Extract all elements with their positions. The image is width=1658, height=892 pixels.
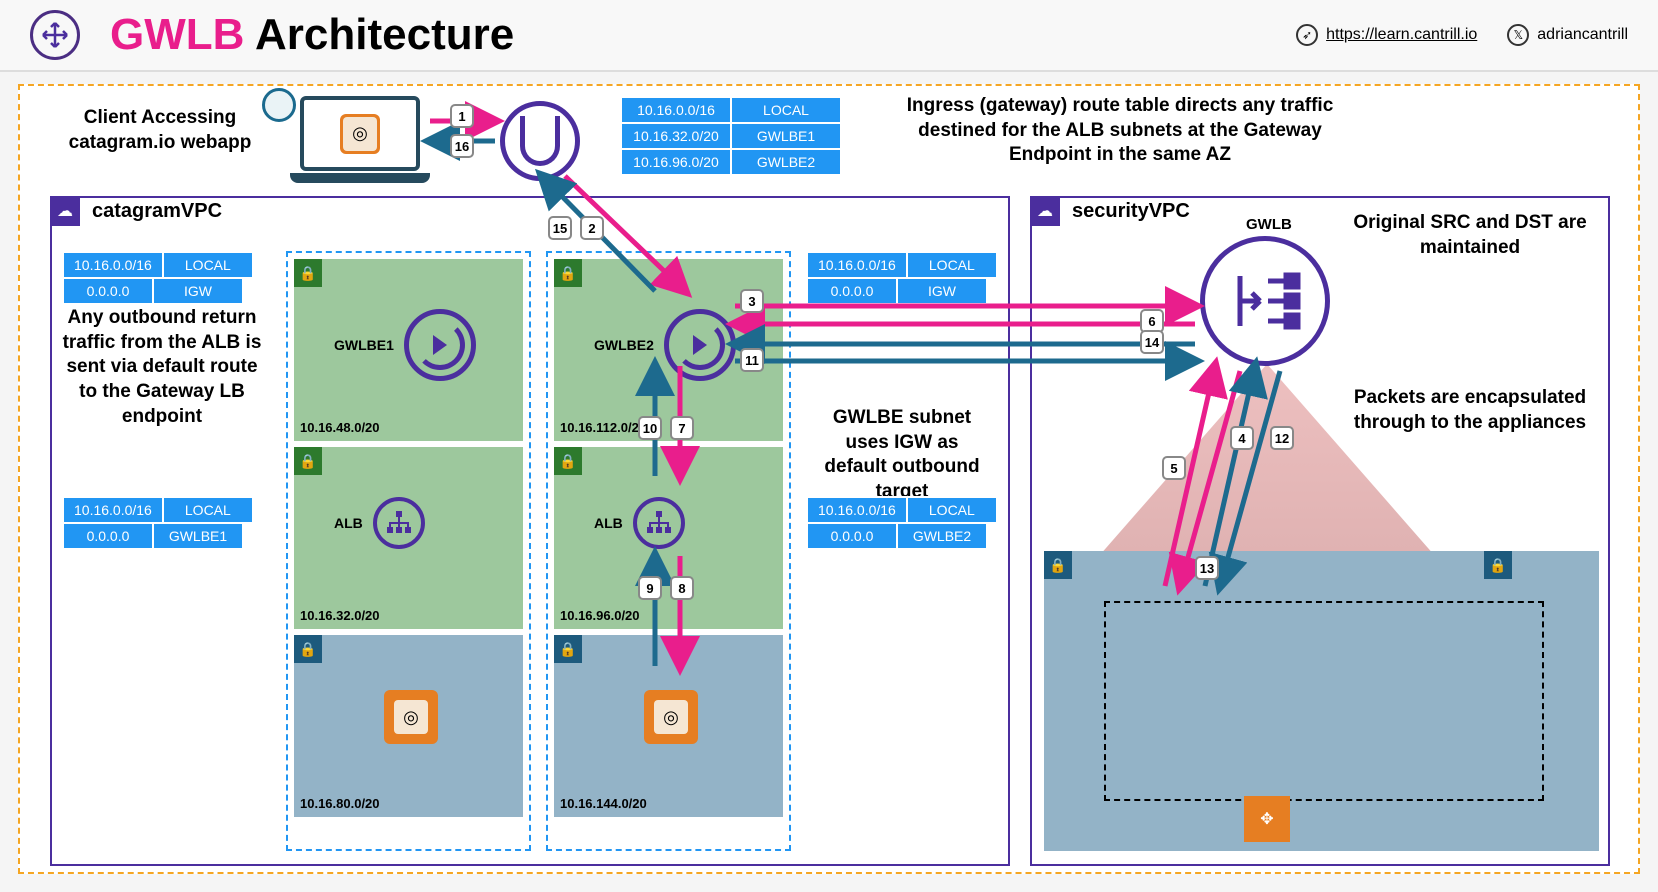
app2-subnet: 🔒 ◎ 10.16.144.0/20 (554, 635, 783, 817)
catagram-vpc-title: catagramVPC (92, 200, 222, 223)
app-instance-icon: ◎ (644, 690, 698, 744)
alb2-route-table: 10.16.0.0/16LOCAL 0.0.0.0GWLBE2 (806, 496, 998, 550)
page-title: GWLB Architecture (110, 10, 514, 60)
gwlb-label: GWLB (1246, 216, 1292, 233)
ingress-route-table: 10.16.0.0/16LOCAL 10.16.32.0/20GWLBE1 10… (620, 96, 842, 176)
lock-icon: 🔒 (554, 635, 582, 663)
alb-icon (633, 497, 685, 549)
learn-link[interactable]: https://learn.cantrill.io (1326, 26, 1477, 44)
lock-icon: 🔒 (1044, 551, 1072, 579)
gwlb-icon (1200, 236, 1330, 366)
gwlbe1-route-table: 10.16.0.0/16LOCAL 0.0.0.0IGW (62, 251, 254, 305)
gwlbe-subnet-note: GWLBE subnet uses IGW as default outboun… (812, 406, 992, 505)
twitter-icon: 𝕏 (1507, 24, 1529, 46)
outbound-note: Any outbound return traffic from the ALB… (62, 306, 262, 429)
vpc-icon: ☁ (1030, 196, 1060, 226)
client-label: Client Accessing catagram.io webapp (40, 106, 280, 155)
gwlbe2-route-table: 10.16.0.0/16LOCAL 0.0.0.0IGW (806, 251, 998, 305)
step-15: 15 (548, 216, 572, 240)
step-9: 9 (638, 576, 662, 600)
header-logo-icon (30, 10, 80, 60)
gwlbe2-icon (664, 309, 736, 381)
diagram-canvas: Client Accessing catagram.io webapp ◎ 10… (18, 84, 1640, 874)
gwlbe1-icon (404, 309, 476, 381)
step-3: 3 (740, 289, 764, 313)
laptop-icon: ◎ (290, 96, 430, 191)
security-appliance-zone: 🔒 🔒 (1044, 551, 1599, 851)
step-4: 4 (1230, 426, 1254, 450)
asg-icon: ✥ (1244, 796, 1290, 842)
step-7: 7 (670, 416, 694, 440)
globe-icon (262, 88, 296, 122)
step-10: 10 (638, 416, 662, 440)
app-instance-icon: ◎ (384, 690, 438, 744)
step-16: 16 (450, 134, 474, 158)
availability-zone-1: 🔒 GWLBE1 10.16.48.0/20 🔒 ALB 10.16.32.0/… (286, 251, 531, 851)
step-13: 13 (1195, 556, 1219, 580)
lock-icon: 🔒 (294, 447, 322, 475)
lock-icon: 🔒 (294, 635, 322, 663)
header: GWLB Architecture ➶ https://learn.cantri… (0, 0, 1658, 72)
header-links: ➶ https://learn.cantrill.io 𝕏 adriancant… (1296, 24, 1628, 46)
internet-gateway-icon (500, 101, 580, 181)
twitter-handle: adriancantrill (1537, 26, 1628, 44)
lock-icon: 🔒 (294, 259, 322, 287)
step-1: 1 (450, 104, 474, 128)
availability-zone-2: 🔒 GWLBE2 10.16.112.0/20 🔒 ALB 10.16.96.0… (546, 251, 791, 851)
compass-icon: ➶ (1296, 24, 1318, 46)
gwlbe1-subnet: 🔒 GWLBE1 10.16.48.0/20 (294, 259, 523, 441)
app1-subnet: 🔒 ◎ 10.16.80.0/20 (294, 635, 523, 817)
encap-note: Packets are encapsulated through to the … (1340, 386, 1600, 435)
ingress-note: Ingress (gateway) route table directs an… (880, 94, 1360, 168)
vpc-icon: ☁ (50, 196, 80, 226)
step-2: 2 (580, 216, 604, 240)
step-12: 12 (1270, 426, 1294, 450)
security-vpc-title: securityVPC (1072, 200, 1190, 223)
src-dst-note: Original SRC and DST are maintained (1340, 211, 1600, 260)
auto-scaling-group (1104, 601, 1544, 801)
step-5: 5 (1162, 456, 1186, 480)
lock-icon: 🔒 (1484, 551, 1512, 579)
step-14: 14 (1140, 330, 1164, 354)
lock-icon: 🔒 (554, 259, 582, 287)
alb2-subnet: 🔒 ALB 10.16.96.0/20 (554, 447, 783, 629)
alb1-subnet: 🔒 ALB 10.16.32.0/20 (294, 447, 523, 629)
alb1-route-table: 10.16.0.0/16LOCAL 0.0.0.0GWLBE1 (62, 496, 254, 550)
step-11: 11 (740, 348, 764, 372)
lock-icon: 🔒 (554, 447, 582, 475)
step-8: 8 (670, 576, 694, 600)
alb-icon (373, 497, 425, 549)
